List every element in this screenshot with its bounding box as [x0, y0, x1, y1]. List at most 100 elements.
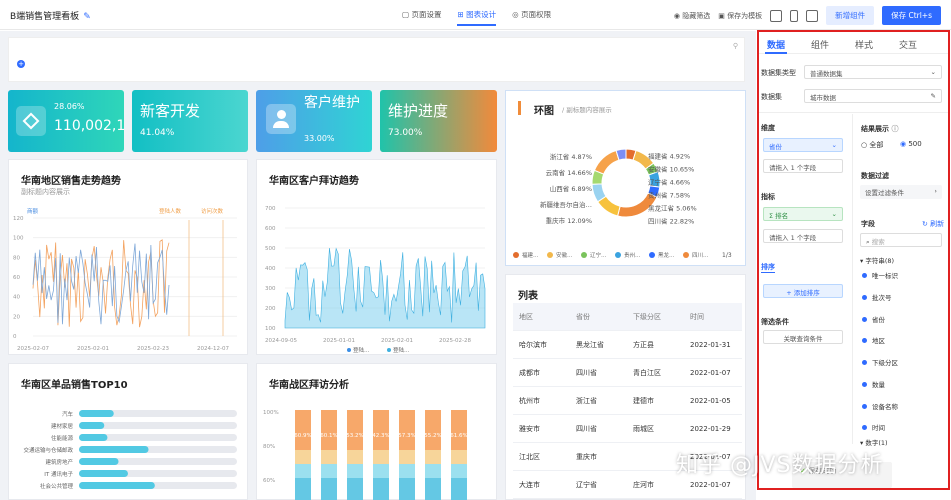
field-item[interactable]: 设备名称 — [862, 401, 898, 411]
field-item[interactable]: 唯一标识 — [862, 270, 898, 280]
tab-page-settings[interactable]: ▢ 页面设置 — [402, 9, 441, 26]
tab-data[interactable]: 数据 — [767, 38, 785, 53]
data-filter-label: 数据过滤 — [861, 172, 889, 180]
data-filter-button[interactable]: 设置过滤条件 › — [860, 185, 942, 199]
dimension-chip[interactable]: 省份 ⌄ — [763, 138, 843, 152]
ring-chart-card[interactable]: 环图 / 副标题内容展示 浙江省 4.87% 云南省 14.66% 山西省 6.89… — [505, 90, 746, 266]
bar-value-label: 57.3% — [398, 433, 415, 439]
field-label: 时间 — [872, 424, 885, 432]
y-tick-label: 400 — [265, 266, 276, 272]
dimension-dropzone[interactable]: 请拖入 1 个字段 — [763, 159, 843, 173]
field-item[interactable]: 省份 — [862, 314, 885, 324]
save-template-button[interactable]: ▣ 保存为模板 — [718, 11, 762, 21]
col-region[interactable]: 地区 — [513, 312, 570, 322]
kpi-card-sales[interactable]: 28.06% 110,002,1 — [8, 90, 124, 152]
legend-marker — [347, 348, 351, 352]
hide-filter-label: 隐藏筛选 — [682, 11, 711, 20]
legend-marker — [387, 348, 391, 352]
chevron-down-icon: ⌄ — [930, 68, 936, 76]
add-icon[interactable]: + — [17, 60, 25, 68]
radio-500[interactable]: ◉ 500 — [900, 140, 922, 148]
col-subdistrict[interactable]: 下级分区 — [627, 312, 684, 322]
cell: 江北区 — [519, 452, 540, 461]
x-tick-label: 2024-09-05 — [265, 338, 297, 344]
tab-page-permission[interactable]: ◎ 页面权限 — [512, 9, 551, 26]
kpi-card-maintain[interactable]: 客户维护 33.00% — [256, 90, 372, 152]
bar-value-label: 61.6% — [450, 433, 467, 439]
table-row[interactable]: 杭州市 浙江省 建德市 2022-01-05 — [513, 387, 742, 415]
legend-label: 登陆… — [353, 346, 370, 354]
field-item[interactable]: 下级分区 — [862, 357, 898, 367]
bar — [79, 410, 114, 417]
cell: 2022-01-05 — [690, 396, 731, 405]
col-province[interactable]: 省份 — [570, 312, 627, 322]
kpi-card-new[interactable]: 新客开发 41.04% — [132, 90, 248, 152]
table-header: 地区 省份 下级分区 时间 — [513, 303, 742, 331]
slice-label: 福建省 4.92% — [648, 152, 690, 161]
add-sort-button[interactable]: + 添加排序 — [763, 284, 843, 298]
tab-interaction[interactable]: 交互 — [899, 38, 917, 53]
hide-filter-button[interactable]: ◉ 隐藏筛选 — [674, 11, 710, 21]
top10-card[interactable]: 华南区单品销售TOP10 汽车 建材家居 住能能源 交通运输与仓储邮政 建筑房地产 IT … — [8, 363, 248, 500]
slice-label: 浙江省 4.87% — [550, 152, 592, 161]
bar-value-label: 60.9% — [294, 433, 311, 439]
edit-icon[interactable]: ✎ — [83, 12, 91, 22]
mobile-icon[interactable] — [790, 9, 799, 22]
kpi-card-progress[interactable]: 维护进度 73.00% — [380, 90, 497, 152]
y-tick-label: 0 — [13, 334, 17, 340]
slice-label: 黑龙江省 5.06% — [648, 204, 697, 213]
desktop-icon[interactable] — [770, 9, 783, 22]
legend-label: 安徽… — [556, 251, 573, 259]
cell: 四川省 — [576, 424, 597, 433]
divider — [759, 112, 948, 113]
legend-label: 辽宁… — [590, 251, 607, 259]
field-group-number[interactable]: ▾ 数字(1) — [860, 437, 888, 447]
tab-chart-design[interactable]: ⊞ 图表设计 — [457, 9, 497, 26]
dataset-type-select[interactable]: 普通数据集 ⌄ — [804, 65, 942, 79]
kpi-value: 41.04% — [140, 128, 175, 138]
related-query-button[interactable]: 关联查询条件 — [763, 330, 843, 344]
page-title: B端销售管理看板 ✎ — [10, 9, 91, 22]
bar-value-label: 42.3% — [372, 433, 389, 439]
slice-label: 山西省 6.89% — [550, 184, 592, 193]
dataset-select[interactable]: 城市数据 ✎ — [804, 89, 942, 103]
field-group-string[interactable]: ▾ 字符串(8) — [860, 255, 894, 265]
cell: 黑龙江省 — [576, 340, 604, 349]
sort-label: 排序 — [761, 263, 775, 273]
table-row[interactable]: 成都市 四川省 青白江区 2022-01-07 — [513, 359, 742, 387]
field-label: 设备名称 — [872, 403, 898, 411]
save-button[interactable]: 保存 Ctrl+s — [882, 6, 941, 25]
sales-trend-card[interactable]: 华南地区销售走势趋势 副标题内容展示 商额 登陆人数 访问次数 120 100 80… — [8, 159, 248, 355]
y-tick-label: 500 — [265, 246, 276, 252]
dimension-label: 维度 — [761, 124, 775, 132]
field-item[interactable]: 数量 — [862, 379, 885, 389]
visit-trend-card[interactable]: 华南区客户拜访趋势 700 600 500 400 300 200 100 2024-09-0… — [256, 159, 497, 355]
copy-icon[interactable] — [806, 9, 819, 22]
refresh-button[interactable]: ↻ 刷新 — [922, 219, 944, 229]
y-tick-label: 100 — [13, 236, 24, 242]
bar — [79, 434, 108, 441]
stacked-bar-base — [373, 478, 389, 500]
metric-chip[interactable]: Σ 排名 ⌄ — [763, 207, 843, 221]
pin-icon[interactable]: ⚲ — [733, 42, 738, 50]
refresh-label: 刷新 — [930, 220, 945, 228]
tab-component[interactable]: 组件 — [811, 38, 829, 53]
stacked-bar-mid — [347, 450, 363, 464]
add-component-button[interactable]: 新增组件 — [826, 6, 875, 25]
table-row[interactable]: 哈尔滨市 黑龙江省 方正县 2022-01-31 — [513, 331, 742, 359]
col-time[interactable]: 时间 — [684, 312, 741, 322]
field-item[interactable]: 批次号 — [862, 292, 892, 302]
table-row[interactable]: 雅安市 四川省 雨城区 2022-01-29 — [513, 415, 742, 443]
field-item[interactable]: 地区 — [862, 335, 885, 345]
legend-marker — [581, 252, 587, 258]
war-zone-card[interactable]: 华南战区拜访分析 100% 80% 60% 60.9% 60.1% 53.2% 42.3% 5… — [256, 363, 497, 500]
x-tick-label: 2025-02-23 — [137, 346, 169, 352]
radio-all[interactable]: ○ 全部 — [861, 140, 883, 150]
edit-icon[interactable]: ✎ — [931, 92, 936, 100]
legend-pager[interactable]: 1/3 — [722, 252, 732, 259]
tab-style[interactable]: 样式 — [855, 38, 873, 53]
field-item[interactable]: 时间 — [862, 422, 885, 432]
metric-dropzone[interactable]: 请拖入 1 个字段 — [763, 229, 843, 243]
field-search-input[interactable]: ⌕ 搜索 — [860, 233, 942, 247]
cell: 四川省 — [576, 368, 597, 377]
